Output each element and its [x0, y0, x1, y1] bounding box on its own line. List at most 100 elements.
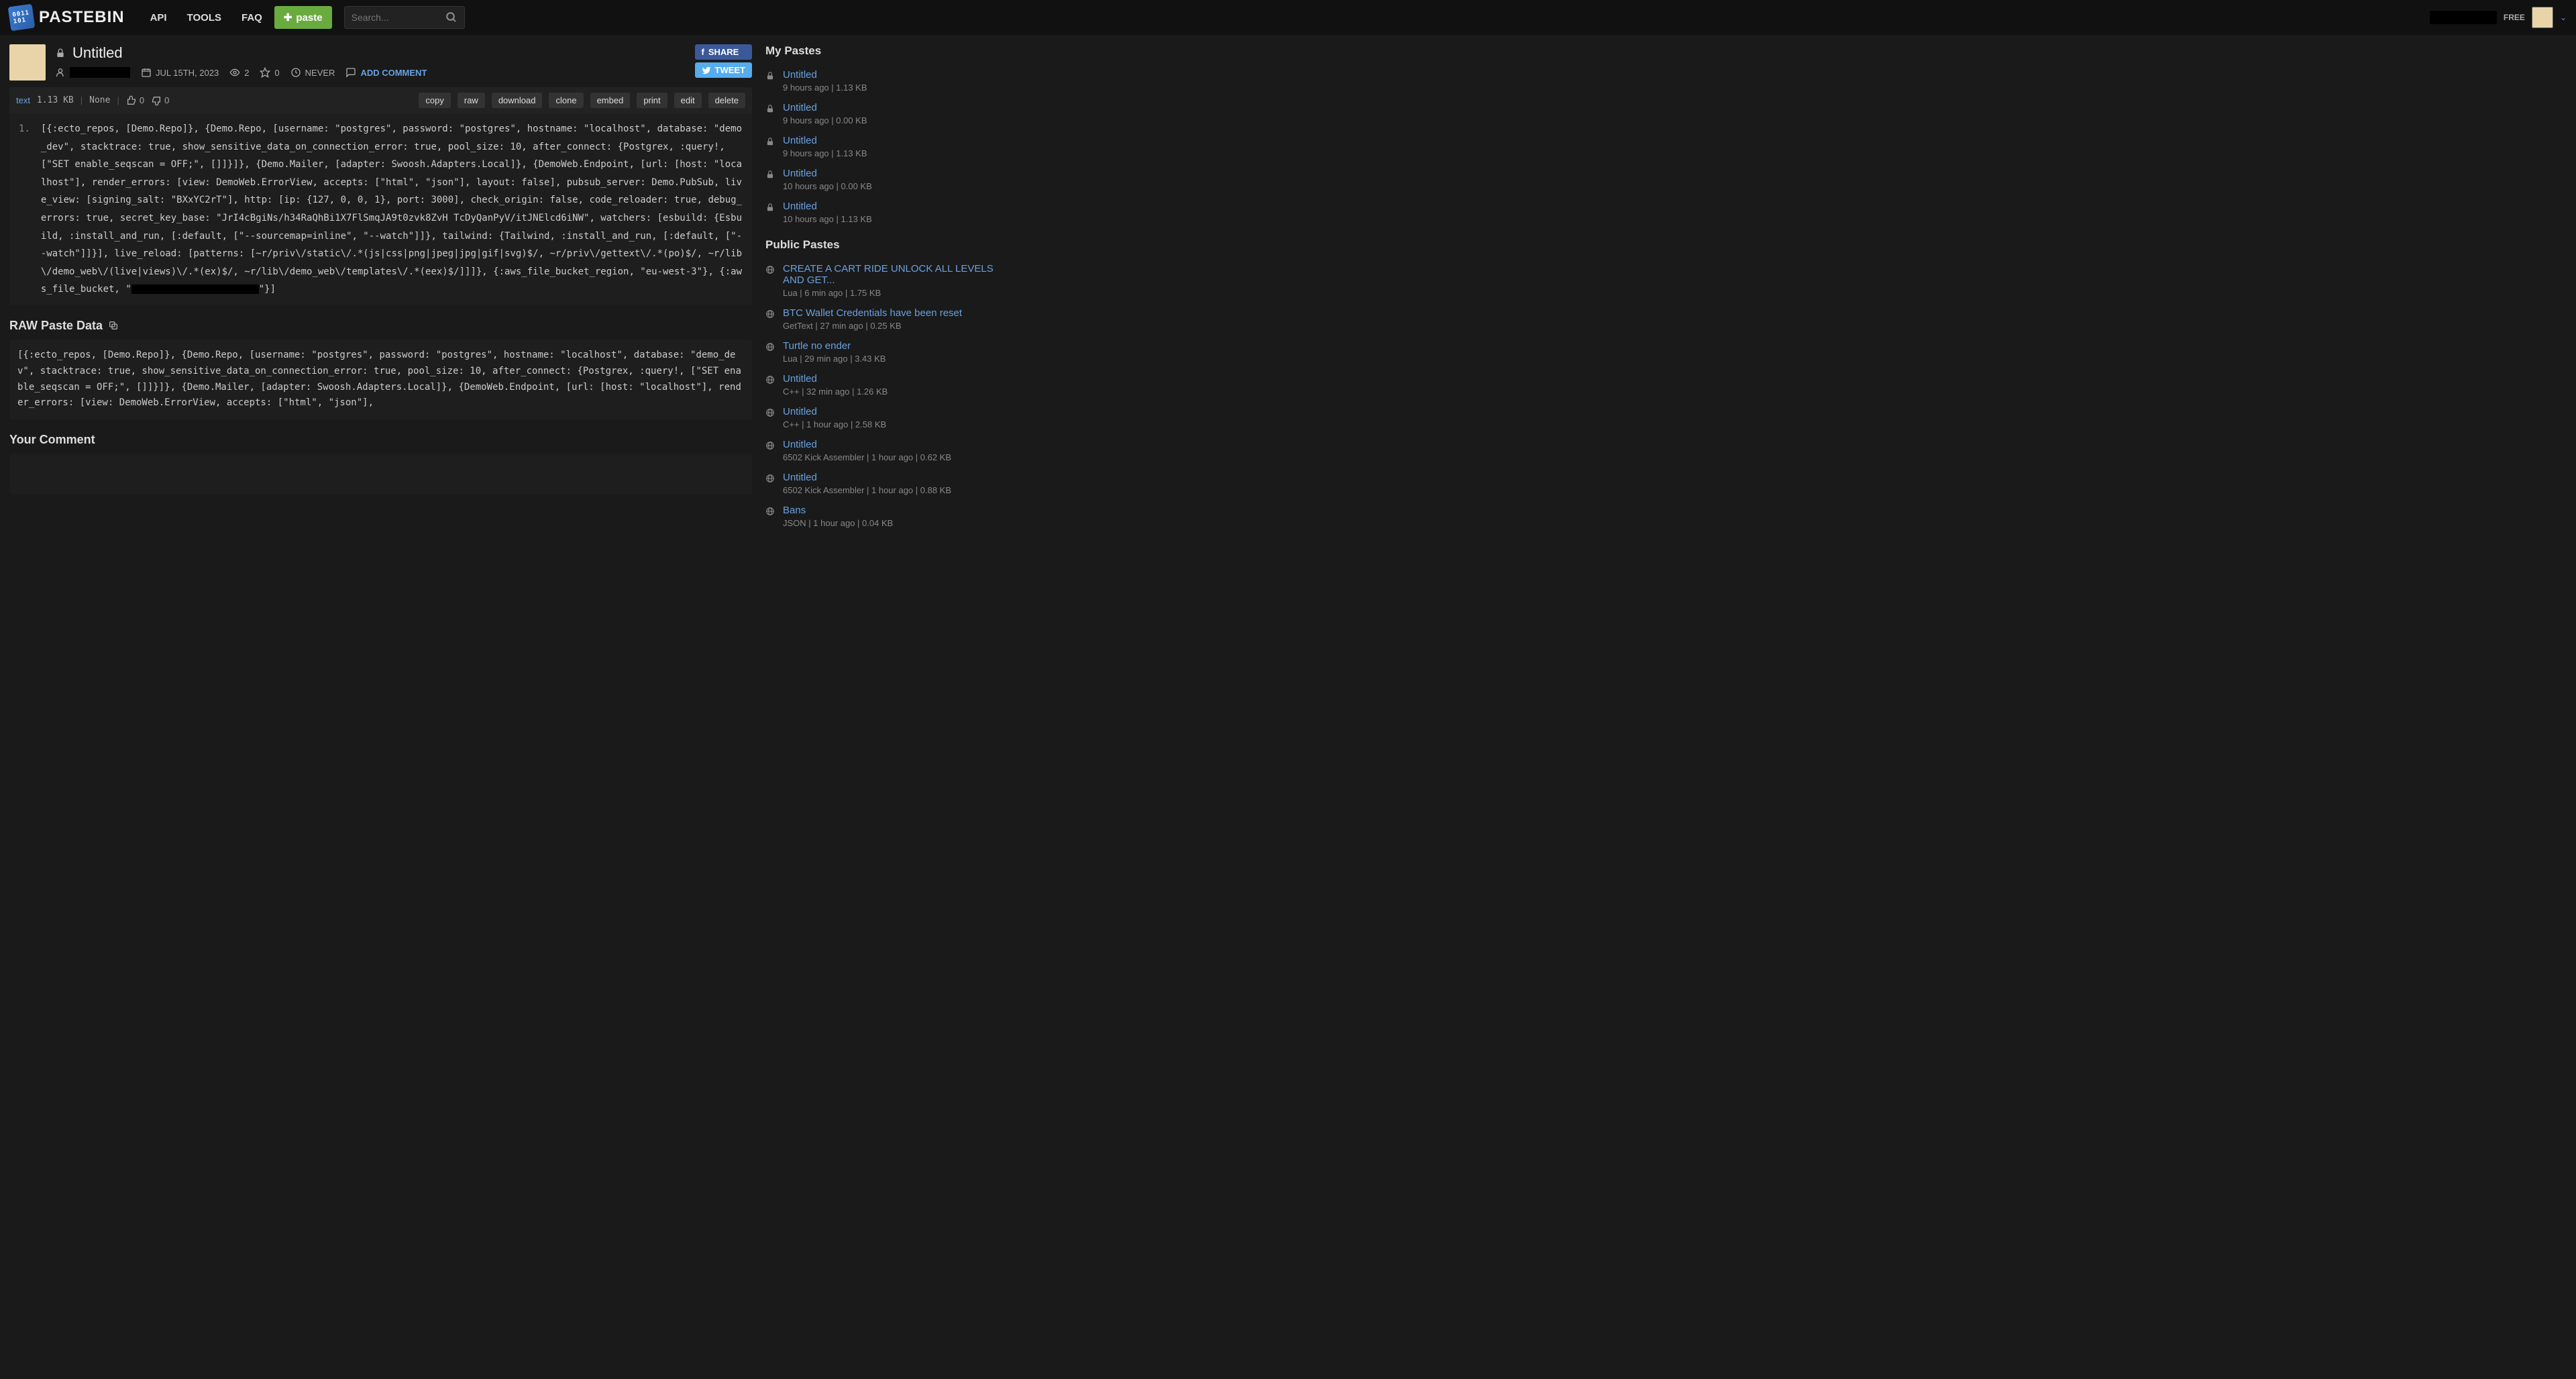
facebook-icon: f — [702, 47, 704, 57]
add-comment-link[interactable]: ADD COMMENT — [345, 67, 427, 78]
nav-tools[interactable]: TOOLS — [187, 12, 221, 23]
sidebar: My Pastes Untitled9 hours ago | 1.13 KBU… — [765, 44, 1004, 533]
globe-icon — [765, 441, 776, 450]
paste-stars[interactable]: 0 — [260, 67, 279, 78]
paste-link[interactable]: Untitled — [783, 406, 817, 417]
share-twitter-button[interactable]: TWEET — [695, 62, 753, 78]
paste-meta: C++ | 1 hour ago | 2.58 KB — [783, 419, 886, 429]
public-paste-item[interactable]: BTC Wallet Credentials have been reset Ge… — [765, 303, 1004, 336]
paste-link[interactable]: Turtle no ender — [783, 340, 851, 352]
user-icon — [55, 67, 66, 78]
eye-icon — [229, 67, 240, 78]
embed-button[interactable]: embed — [590, 93, 631, 108]
my-pastes-heading: My Pastes — [765, 44, 1004, 58]
copy-raw-icon[interactable] — [108, 320, 119, 331]
raw-textarea[interactable]: [{:ecto_repos, [Demo.Repo]}, {Demo.Repo,… — [9, 340, 752, 419]
my-paste-item[interactable]: Untitled 9 hours ago | 1.13 KB — [765, 130, 1004, 163]
search-icon[interactable] — [445, 11, 458, 23]
paste-link[interactable]: Untitled — [783, 472, 817, 483]
paste-meta: 6502 Kick Assembler | 1 hour ago | 0.88 … — [783, 485, 951, 495]
paste-link[interactable]: Untitled — [783, 69, 817, 81]
comment-textarea[interactable] — [9, 454, 752, 494]
paste-meta: Lua | 29 min ago | 3.43 KB — [783, 354, 885, 364]
public-paste-item[interactable]: Untitled 6502 Kick Assembler | 1 hour ago… — [765, 467, 1004, 500]
lock-icon — [55, 48, 66, 58]
paste-meta: 9 hours ago | 1.13 KB — [783, 83, 867, 93]
paste-link[interactable]: Bans — [783, 505, 806, 516]
paste-meta: Lua | 6 min ago | 1.75 KB — [783, 288, 1004, 298]
paste-meta: JSON | 1 hour ago | 0.04 KB — [783, 518, 893, 528]
globe-icon — [765, 408, 776, 417]
lock-icon — [765, 71, 776, 81]
my-paste-item[interactable]: Untitled 9 hours ago | 1.13 KB — [765, 64, 1004, 97]
print-button[interactable]: print — [637, 93, 667, 108]
download-button[interactable]: download — [492, 93, 543, 108]
paste-link[interactable]: Untitled — [783, 373, 817, 385]
edit-button[interactable]: edit — [674, 93, 702, 108]
paste-meta: 6502 Kick Assembler | 1 hour ago | 0.62 … — [783, 452, 951, 462]
user-area[interactable]: FREE ⌄ — [2430, 7, 2567, 28]
copy-button[interactable]: copy — [419, 93, 450, 108]
logo[interactable]: 0011101 PASTEBIN — [9, 5, 125, 30]
lock-icon — [765, 203, 776, 212]
lock-icon — [765, 170, 776, 179]
public-pastes-heading: Public Pastes — [765, 238, 1004, 252]
my-paste-item[interactable]: Untitled10 hours ago | 0.00 KB — [765, 163, 1004, 196]
delete-button[interactable]: delete — [708, 93, 745, 108]
public-paste-item[interactable]: CREATE A CART RIDE UNLOCK ALL LEVELS AND… — [765, 258, 1004, 303]
code-text: [{:ecto_repos, [Demo.Repo]}, {Demo.Repo,… — [41, 120, 743, 299]
paste-link[interactable]: Untitled — [783, 439, 817, 450]
paste-link[interactable]: Untitled — [783, 102, 817, 113]
paste-meta: C++ | 32 min ago | 1.26 KB — [783, 387, 888, 397]
public-paste-item[interactable]: Untitled C++ | 32 min ago | 1.26 KB — [765, 368, 1004, 401]
paste-link[interactable]: Untitled — [783, 201, 817, 212]
my-paste-item[interactable]: Untitled 10 hours ago | 1.13 KB — [765, 196, 1004, 229]
public-paste-item[interactable]: Turtle no ender Lua | 29 min ago | 3.43 K… — [765, 336, 1004, 368]
paste-views: 2 — [229, 67, 249, 78]
syntax-link[interactable]: text — [16, 95, 30, 105]
paste-link[interactable]: CREATE A CART RIDE UNLOCK ALL LEVELS AND… — [783, 263, 994, 286]
share-facebook-button[interactable]: f SHARE — [695, 44, 753, 60]
paste-meta: 9 hours ago | 1.13 KB — [783, 148, 867, 158]
chevron-down-icon[interactable]: ⌄ — [2560, 13, 2567, 22]
author-redacted — [70, 67, 130, 78]
new-paste-button[interactable]: ✚ paste — [274, 6, 332, 29]
avatar[interactable] — [2532, 7, 2553, 28]
author-link[interactable] — [55, 67, 130, 78]
raw-heading: RAW Paste Data — [9, 319, 752, 333]
raw-button[interactable]: raw — [458, 93, 485, 108]
author-avatar[interactable] — [9, 44, 46, 81]
paste-meta: 10 hours ago | 1.13 KB — [783, 214, 872, 224]
globe-icon — [765, 265, 776, 274]
paste-link[interactable]: Untitled — [783, 168, 817, 179]
paste-size: 1.13 KB — [37, 95, 74, 105]
clone-button[interactable]: clone — [549, 93, 583, 108]
thumbs-down-button[interactable]: 0 — [151, 95, 169, 106]
public-paste-item[interactable]: Untitled 6502 Kick Assembler | 1 hour ago… — [765, 434, 1004, 467]
public-paste-item[interactable]: Untitled C++ | 1 hour ago | 2.58 KB — [765, 401, 1004, 434]
my-paste-item[interactable]: Untitled 9 hours ago | 0.00 KB — [765, 97, 1004, 130]
logo-icon: 0011101 — [8, 4, 36, 32]
thumbs-up-button[interactable]: 0 — [126, 95, 144, 106]
line-number: 1. — [19, 120, 30, 299]
public-paste-item[interactable]: Bans JSON | 1 hour ago | 0.04 KB — [765, 500, 1004, 533]
search-input[interactable] — [352, 12, 440, 23]
thumbs-up-icon — [126, 95, 137, 106]
globe-icon — [765, 375, 776, 385]
paste-meta: GetText | 27 min ago | 0.25 KB — [783, 321, 962, 331]
globe-icon — [765, 474, 776, 483]
redacted-value — [131, 285, 259, 294]
globe-icon — [765, 309, 776, 319]
paste-toolbar: text 1.13 KB | None | 0 0 copy raw downl… — [9, 87, 752, 113]
paste-meta: 9 hours ago | 0.00 KB — [783, 115, 867, 125]
nav-faq[interactable]: FAQ — [241, 12, 262, 23]
nav-api[interactable]: API — [150, 12, 167, 23]
lock-icon — [765, 104, 776, 113]
paste-date: JUL 15TH, 2023 — [141, 67, 219, 78]
logo-text: PASTEBIN — [39, 8, 125, 27]
search-box[interactable] — [344, 6, 465, 29]
paste-link[interactable]: BTC Wallet Credentials have been reset — [783, 307, 962, 319]
calendar-icon — [141, 67, 152, 78]
thumbs-down-icon — [151, 95, 162, 106]
paste-link[interactable]: Untitled — [783, 135, 817, 146]
